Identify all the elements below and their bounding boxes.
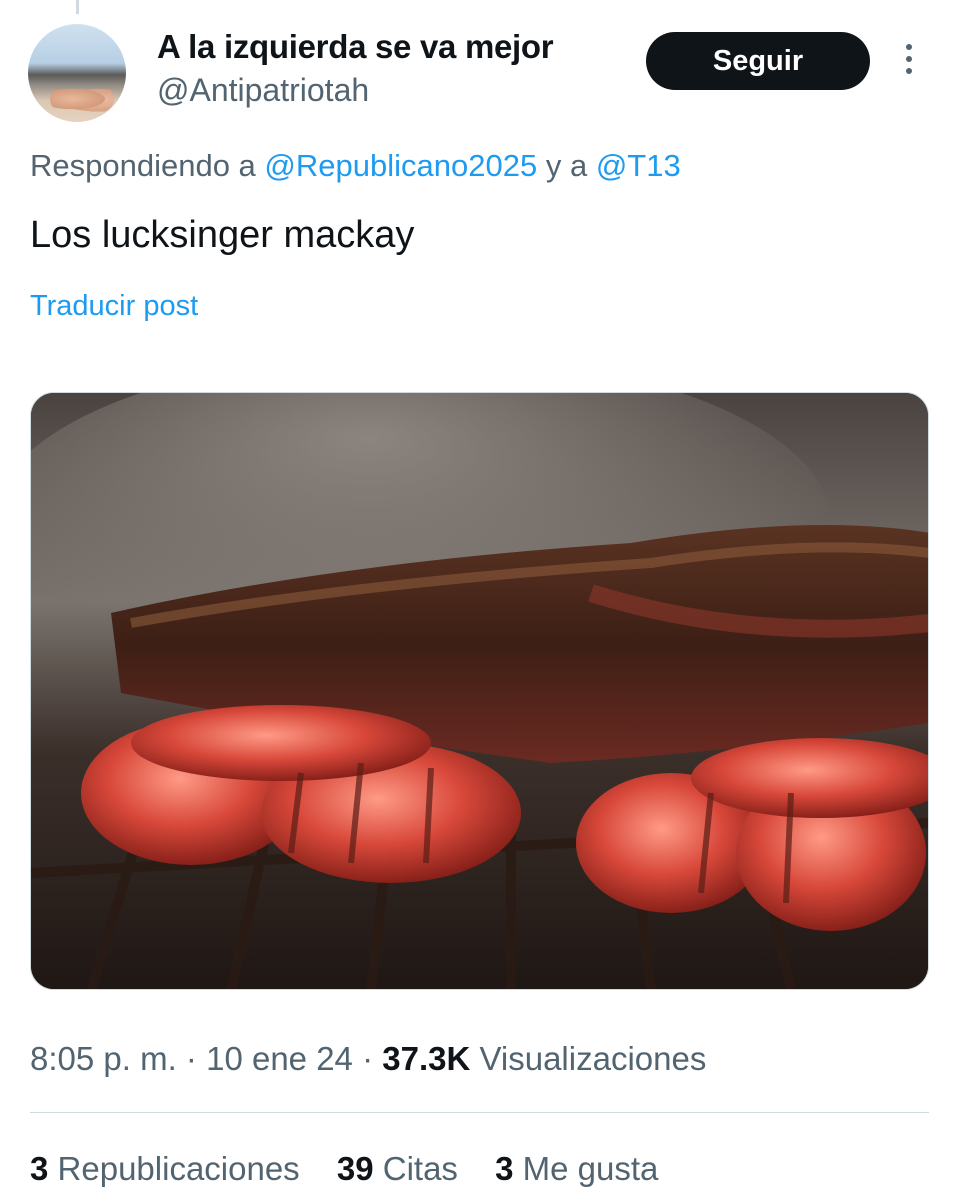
post-metadata: 8:05 p. m. · 10 ene 24 · 37.3K Visualiza…	[30, 1040, 706, 1078]
quotes-label: Citas	[382, 1150, 458, 1187]
post-image[interactable]	[30, 392, 929, 990]
replying-joiner: y a	[545, 148, 588, 183]
likes-count: 3	[495, 1150, 514, 1187]
thread-connector-line	[76, 0, 79, 14]
divider	[30, 1112, 929, 1113]
translate-post-link[interactable]: Traducir post	[30, 290, 198, 323]
author-display-name[interactable]: A la izquierda se va mejor	[157, 28, 554, 66]
meta-separator: ·	[185, 1040, 197, 1077]
meta-separator: ·	[362, 1040, 374, 1077]
grilled-meat-photo	[31, 393, 928, 989]
reposts-stat[interactable]: 3 Republicaciones	[30, 1150, 300, 1187]
avatar[interactable]	[28, 24, 126, 122]
reposts-count: 3	[30, 1150, 49, 1187]
reposts-label: Republicaciones	[57, 1150, 300, 1187]
replying-to-line: Respondiendo a @Republicano2025 y a @T13	[30, 148, 681, 184]
author-handle[interactable]: @Antipatriotah	[157, 72, 369, 109]
follow-button[interactable]: Seguir	[646, 32, 870, 90]
replying-prefix: Respondiendo a	[30, 148, 256, 183]
quotes-stat[interactable]: 39 Citas	[337, 1150, 458, 1187]
mention-link-t13[interactable]: @T13	[596, 148, 681, 183]
likes-label: Me gusta	[522, 1150, 659, 1187]
likes-stat[interactable]: 3 Me gusta	[495, 1150, 658, 1187]
post-text: Los lucksinger mackay	[30, 214, 415, 256]
more-options-icon[interactable]	[898, 44, 920, 78]
mention-link-republicano[interactable]: @Republicano2025	[264, 148, 537, 183]
post-time[interactable]: 8:05 p. m.	[30, 1040, 177, 1077]
views-count: 37.3K	[382, 1040, 471, 1077]
engagement-stats: 3 Republicaciones 39 Citas 3 Me gusta	[30, 1150, 686, 1188]
quotes-count: 39	[336, 1150, 374, 1187]
avatar-photo-detail	[50, 86, 114, 112]
post-date[interactable]: 10 ene 24	[206, 1040, 353, 1077]
views-label: Visualizaciones	[479, 1040, 707, 1077]
